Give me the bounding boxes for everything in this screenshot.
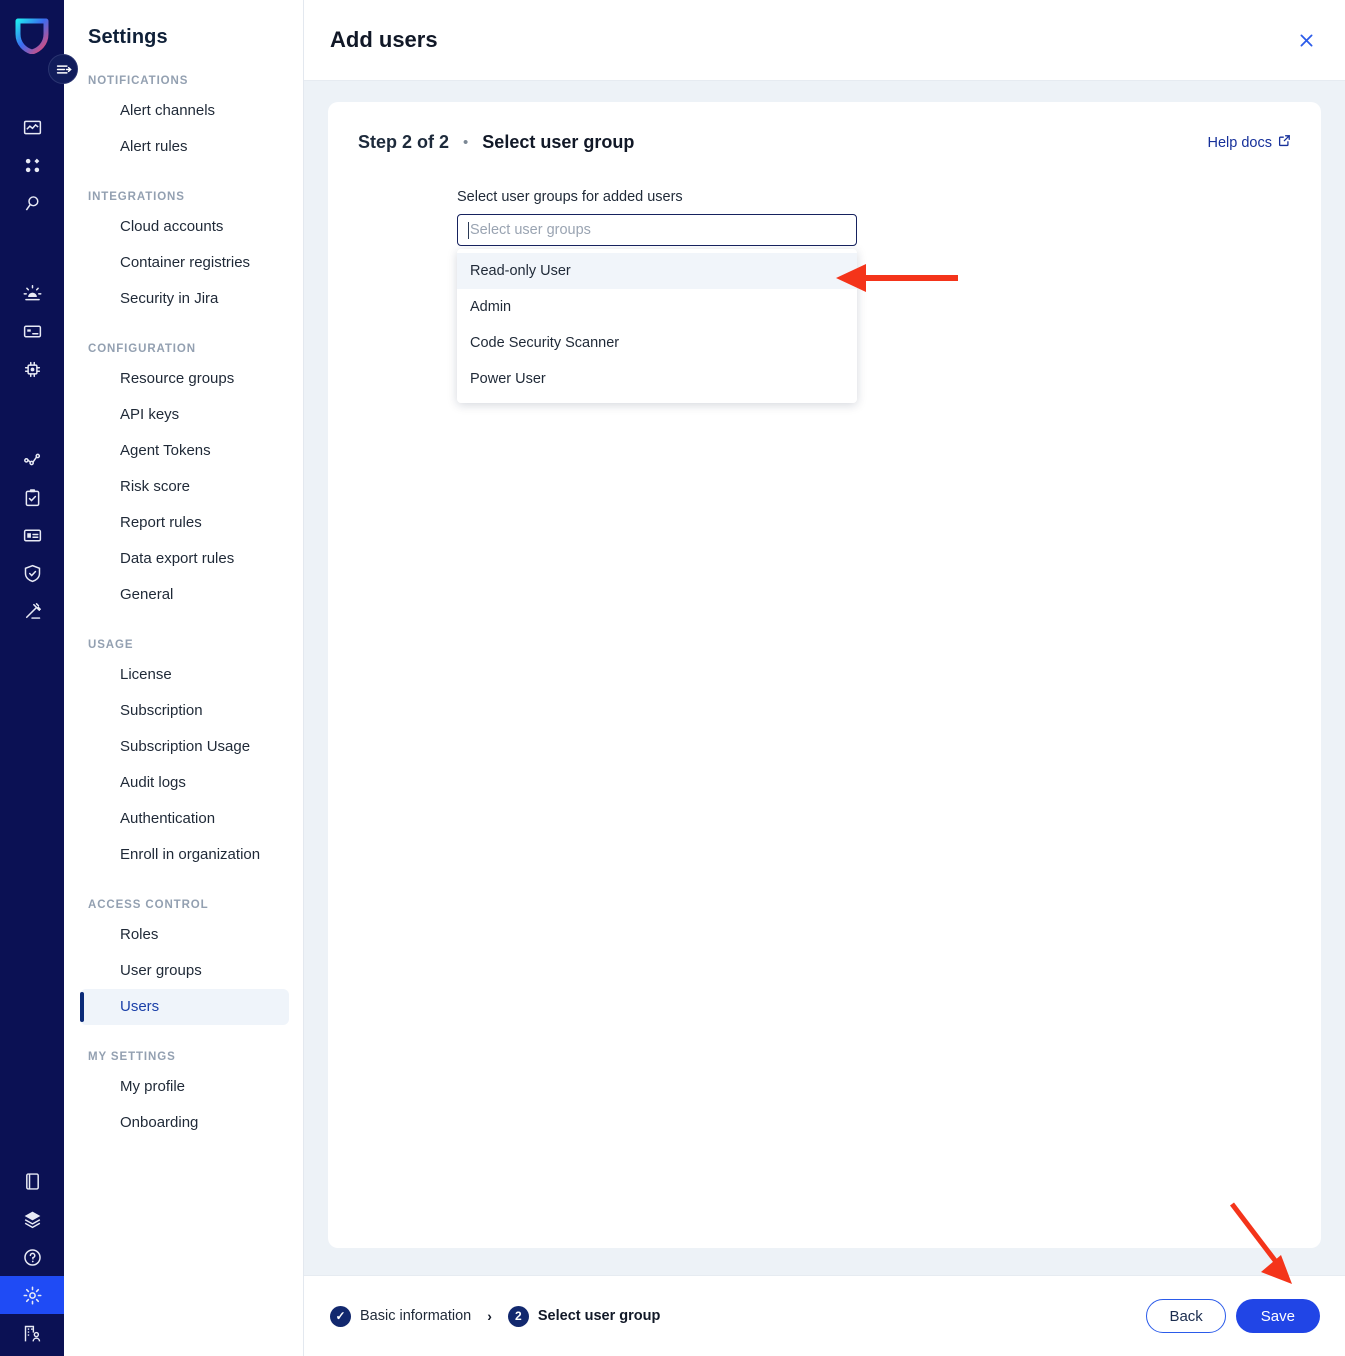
step-card: Step 2 of 2 • Select user group Help doc… [328,102,1321,1248]
breadcrumb-step[interactable]: 2 Select user group [507,1305,661,1327]
panel-title: Add users [330,27,438,52]
primary-nav-rail [0,0,64,1356]
panel-footer: ✓ Basic information › 2 Select user group Ba… [304,1275,1345,1356]
user-groups-dropdown[interactable]: Read-only User Admin Code Security Scanner… [457,249,857,403]
sidebar-item-alert-rules[interactable]: Alert rules [64,129,289,165]
page-title: Settings [88,26,168,48]
step-card-header: Step 2 of 2 • Select user group Help doc… [358,132,1291,153]
panel-body: Step 2 of 2 • Select user group Help doc… [304,81,1345,1275]
breadcrumb-step[interactable]: ✓ Basic information [330,1305,472,1327]
sidebar-item-report-rules[interactable]: Report rules [64,505,289,541]
gavel-icon[interactable] [0,592,64,630]
user-groups-placeholder: Select user groups [470,222,591,238]
user-groups-select-input[interactable]: Select user groups [457,214,857,246]
app-root: Settings NOTIFICATIONS Alert channels Aler… [0,0,1345,1356]
sidebar-item-roles[interactable]: Roles [64,917,289,953]
help-docs-link[interactable]: Help docs [1208,134,1291,151]
sidebar-item-subscription[interactable]: Subscription [64,693,289,729]
org-user-icon[interactable] [0,1314,64,1352]
assets-grid-icon[interactable] [0,146,64,184]
sidebar-section-title: CONFIGURATION [88,343,196,355]
breadcrumb-step-label: Basic information [360,1308,472,1324]
rail-items-top [0,56,64,630]
user-group-form: Select user groups for added users Selec… [358,153,1291,403]
sidebar-item-security-in-jira[interactable]: Security in Jira [64,281,289,317]
sidebar-item-enroll-in-organization[interactable]: Enroll in organization [64,837,289,873]
dropdown-option[interactable]: Admin [457,289,857,325]
dropdown-option[interactable]: Read-only User [457,253,857,289]
dropdown-option[interactable]: Code Security Scanner [457,325,857,361]
step-complete-badge: ✓ [330,1305,351,1327]
step-separator: • [463,134,469,151]
help-circle-icon[interactable] [0,1238,64,1276]
sidebar-section-title: INTEGRATIONS [88,191,185,203]
chip-workload-icon[interactable] [0,350,64,388]
main-panel: Add users Step 2 of 2 • Select user grou… [304,0,1345,1356]
rail-items-bottom [0,1162,64,1356]
identity-card-icon[interactable] [0,312,64,350]
shield-logo-icon[interactable] [12,16,52,56]
help-docs-label: Help docs [1207,134,1272,151]
sidebar-item-agent-tokens[interactable]: Agent Tokens [64,433,289,469]
settings-sidebar: Settings NOTIFICATIONS Alert channels Aler… [64,0,304,1356]
back-button[interactable]: Back [1146,1299,1226,1333]
step-title: Select user group [482,132,635,152]
sidebar-item-onboarding[interactable]: Onboarding [64,1105,289,1141]
save-button[interactable]: Save [1235,1299,1320,1333]
chevron-right-icon: › [487,1308,492,1324]
panel-header: Add users [304,0,1345,81]
sidebar-item-api-keys[interactable]: API keys [64,397,289,433]
sidebar-nav: NOTIFICATIONS Alert channels Alert rules IN… [64,49,303,1141]
activity-graph-icon[interactable] [0,440,64,478]
id-badge-icon[interactable] [0,516,64,554]
book-icon[interactable] [0,1162,64,1200]
sidebar-item-general[interactable]: General [64,577,289,613]
sidebar-item-alert-channels[interactable]: Alert channels [64,93,289,129]
alerts-siren-icon[interactable] [0,274,64,312]
sidebar-item-user-groups[interactable]: User groups [64,953,289,989]
step-counter: Step 2 of 2 [358,132,450,152]
sidebar-item-cloud-accounts[interactable]: Cloud accounts [64,209,289,245]
search-magnifier-icon[interactable] [0,184,64,222]
sidebar-section-title: NOTIFICATIONS [88,75,189,87]
dropdown-option[interactable]: Power User [457,361,857,397]
user-groups-field-label: Select user groups for added users [457,189,683,205]
sidebar-item-container-registries[interactable]: Container registries [64,245,289,281]
step-heading: Step 2 of 2 • Select user group [358,132,634,153]
dashboard-chart-icon[interactable] [0,108,64,146]
sidebar-section-title: MY SETTINGS [88,1051,176,1063]
sidebar-item-users[interactable]: Users [80,989,289,1025]
step-number-badge: 2 [507,1305,529,1327]
layers-icon[interactable] [0,1200,64,1238]
sidebar-item-data-export-rules[interactable]: Data export rules [64,541,289,577]
footer-actions: Back Save [1146,1299,1320,1333]
sidebar-item-authentication[interactable]: Authentication [64,801,289,837]
sidebar-item-license[interactable]: License [64,657,289,693]
external-link-icon [1278,134,1291,151]
sidebar-item-audit-logs[interactable]: Audit logs [64,765,289,801]
step-breadcrumb: ✓ Basic information › 2 Select user group [330,1305,661,1327]
sidebar-item-resource-groups[interactable]: Resource groups [64,361,289,397]
gear-icon[interactable] [0,1276,64,1314]
sidebar-toggle-icon[interactable] [48,54,78,84]
sidebar-item-risk-score[interactable]: Risk score [64,469,289,505]
text-caret [468,221,469,239]
clipboard-check-icon[interactable] [0,478,64,516]
sidebar-section-title: USAGE [88,639,134,651]
shield-check-icon[interactable] [0,554,64,592]
sidebar-item-my-profile[interactable]: My profile [64,1069,289,1105]
close-icon[interactable] [1291,25,1321,55]
breadcrumb-step-label: Select user group [537,1308,661,1324]
sidebar-item-subscription-usage[interactable]: Subscription Usage [64,729,289,765]
sidebar-section-title: ACCESS CONTROL [88,899,209,911]
